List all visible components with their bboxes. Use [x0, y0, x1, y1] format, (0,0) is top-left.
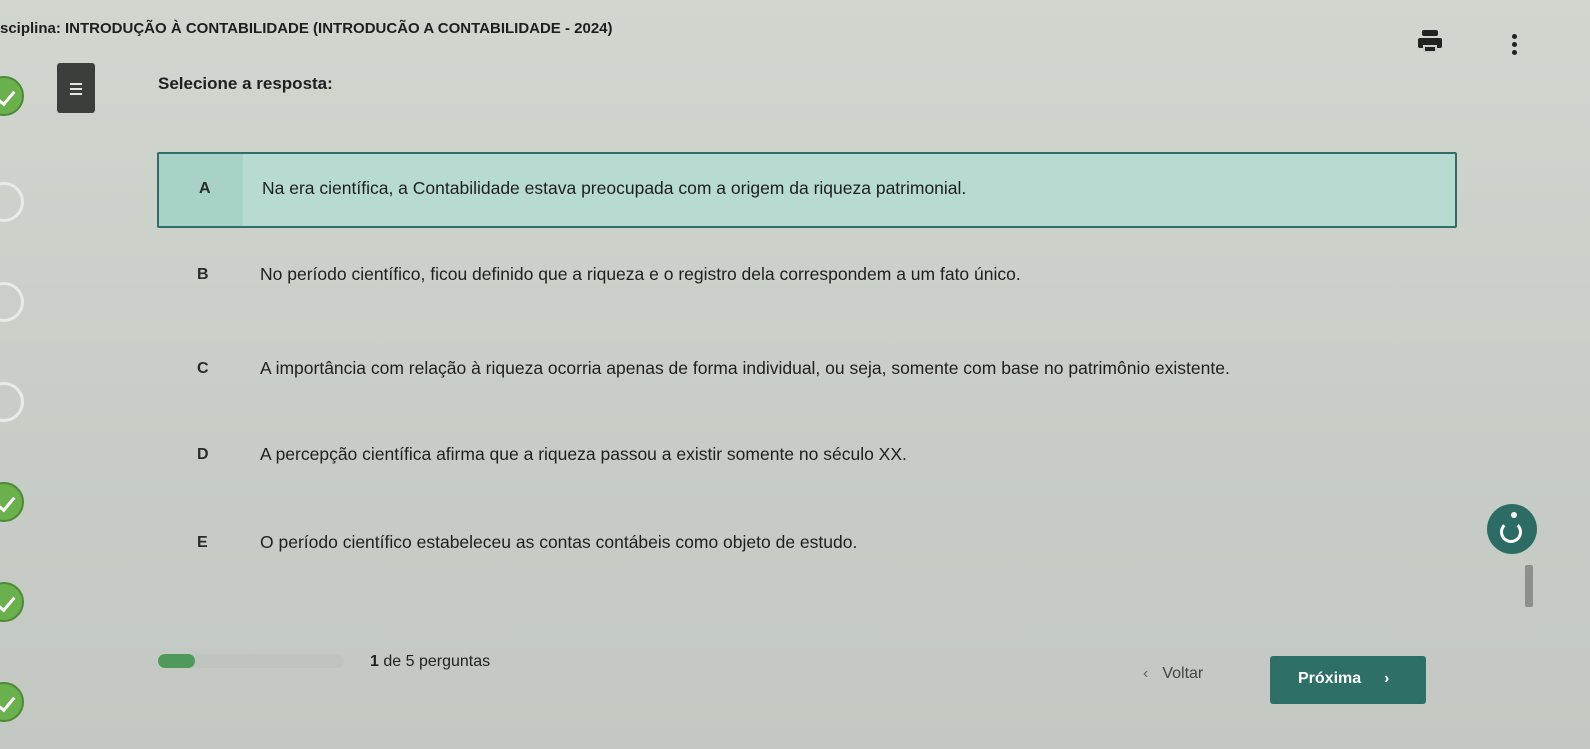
progress-current: 1 [370, 653, 379, 670]
course-title: sciplina: INTRODUÇÃO À CONTABILIDADE (IN… [0, 20, 613, 37]
empty-circle-icon[interactable] [0, 182, 24, 222]
option-text: O período científico estabeleceu as cont… [260, 532, 858, 552]
side-panel-handle[interactable] [1525, 565, 1533, 607]
answer-option-a[interactable]: A Na era científica, a Contabilidade est… [157, 152, 1457, 228]
more-vertical-icon[interactable] [1510, 34, 1518, 58]
check-circle-icon[interactable] [0, 582, 24, 622]
option-text: Na era científica, a Contabilidade estav… [262, 178, 967, 198]
chevron-left-icon: ‹ [1143, 665, 1149, 682]
chevron-right-icon: › [1384, 670, 1390, 687]
answer-option-d[interactable]: D A percepção científica afirma que a ri… [157, 420, 1457, 496]
option-letter: A [199, 180, 211, 197]
empty-circle-icon[interactable] [0, 382, 24, 422]
progress-fill [158, 654, 196, 668]
answer-option-b[interactable]: B No período científico, ficou definido … [157, 240, 1457, 316]
answer-option-e[interactable]: E O período científico estabeleceu as co… [157, 508, 1457, 584]
progress-suffix: de 5 perguntas [378, 653, 491, 670]
page: sciplina: INTRODUÇÃO À CONTABILIDADE (IN… [0, 0, 1590, 749]
empty-circle-icon[interactable] [0, 282, 24, 322]
progress-bar [158, 654, 344, 668]
option-text: A importância com relação à riqueza ocor… [260, 358, 1230, 378]
accessibility-icon[interactable] [1487, 504, 1537, 554]
next-label: Próxima [1298, 670, 1362, 687]
back-label: Voltar [1162, 665, 1204, 682]
answer-option-c[interactable]: C A importância com relação à riqueza oc… [157, 334, 1457, 410]
printer-icon[interactable] [1418, 30, 1442, 54]
next-button[interactable]: Próxima › [1270, 656, 1426, 704]
option-letter: D [197, 446, 209, 463]
check-circle-icon[interactable] [0, 76, 24, 116]
option-text: No período científico, ficou definido qu… [260, 264, 1021, 284]
option-letter: B [197, 266, 209, 283]
back-button[interactable]: ‹ Voltar [1143, 665, 1203, 683]
progress-label: 1 de 5 perguntas [370, 653, 490, 671]
question-prompt: Selecione a resposta: [158, 74, 333, 93]
check-circle-icon[interactable] [0, 482, 24, 522]
check-circle-icon[interactable] [0, 682, 24, 722]
option-text: A percepção científica afirma que a riqu… [260, 444, 907, 464]
option-letter: C [197, 360, 209, 377]
option-letter: E [197, 534, 208, 551]
hamburger-menu-icon[interactable] [57, 63, 95, 113]
